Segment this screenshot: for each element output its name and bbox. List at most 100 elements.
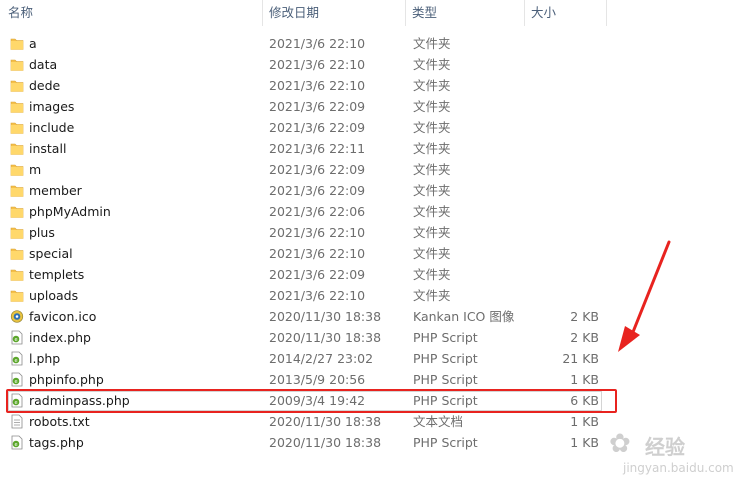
file-row[interactable]: install 2021/3/6 22:11 文件夹	[0, 138, 735, 159]
file-date: 2021/3/6 22:10	[269, 288, 366, 303]
file-row[interactable]: include 2021/3/6 22:09 文件夹	[0, 117, 735, 138]
file-size: 2 KB	[570, 309, 599, 324]
file-size: 1 KB	[570, 414, 599, 429]
file-name: templets	[29, 267, 85, 282]
column-header-name[interactable]: 名称	[2, 0, 262, 26]
column-header-type[interactable]: 类型	[406, 0, 524, 26]
svg-text:e: e	[14, 358, 17, 364]
file-row[interactable]: phpMyAdmin 2021/3/6 22:06 文件夹	[0, 201, 735, 222]
file-row[interactable]: plus 2021/3/6 22:10 文件夹	[0, 222, 735, 243]
file-type: Kankan ICO 图像	[413, 309, 515, 324]
file-size: 21 KB	[562, 351, 599, 366]
file-type: 文件夹	[413, 120, 451, 135]
file-type: 文件夹	[413, 141, 451, 156]
file-date: 2021/3/6 22:10	[269, 246, 366, 261]
watermark-url: jingyan.baidu.com	[623, 461, 734, 475]
file-date: 2021/3/6 22:10	[269, 78, 366, 93]
file-size: 2 KB	[570, 330, 599, 345]
file-name: data	[29, 57, 58, 72]
folder-icon	[10, 288, 24, 303]
folder-icon	[10, 36, 24, 51]
file-type: 文件夹	[413, 36, 451, 51]
watermark: ✿ 经验 jingyan.baidu.com	[609, 427, 734, 485]
file-row[interactable]: m 2021/3/6 22:09 文件夹	[0, 159, 735, 180]
folder-icon	[10, 57, 24, 72]
file-date: 2020/11/30 18:38	[269, 330, 382, 345]
file-name: member	[29, 183, 82, 198]
file-type: 文件夹	[413, 78, 451, 93]
php-file-icon: e	[10, 330, 24, 345]
column-header-bar: ^ 名称 修改日期 类型 大小	[0, 0, 735, 28]
file-name: l.php	[29, 351, 61, 366]
folder-icon	[10, 267, 24, 282]
folder-icon	[10, 204, 24, 219]
watermark-brand: 经验	[645, 435, 685, 459]
php-file-icon: e	[10, 372, 24, 387]
folder-icon	[10, 246, 24, 261]
file-name: a	[29, 36, 37, 51]
file-type: PHP Script	[413, 435, 478, 450]
file-date: 2021/3/6 22:06	[269, 204, 366, 219]
file-row[interactable]: a 2021/3/6 22:10 文件夹	[0, 33, 735, 54]
file-date: 2021/3/6 22:10	[269, 225, 366, 240]
file-type: 文件夹	[413, 225, 451, 240]
red-highlight-box	[6, 389, 617, 413]
file-date: 2021/3/6 22:09	[269, 99, 366, 114]
file-row[interactable]: member 2021/3/6 22:09 文件夹	[0, 180, 735, 201]
folder-icon	[10, 183, 24, 198]
file-type: 文件夹	[413, 288, 451, 303]
file-date: 2020/11/30 18:38	[269, 414, 382, 429]
folder-icon	[10, 78, 24, 93]
ico-file-icon	[10, 309, 24, 324]
file-row[interactable]: templets 2021/3/6 22:09 文件夹	[0, 264, 735, 285]
column-header-size[interactable]: 大小	[525, 0, 606, 26]
php-file-icon: e	[10, 351, 24, 366]
file-name: dede	[29, 78, 61, 93]
file-type: PHP Script	[413, 330, 478, 345]
file-type: 文件夹	[413, 204, 451, 219]
svg-text:e: e	[14, 337, 17, 343]
svg-text:e: e	[14, 379, 17, 385]
file-type: 文件夹	[413, 183, 451, 198]
file-type: 文本文档	[413, 414, 464, 429]
folder-icon	[10, 120, 24, 135]
file-row[interactable]: data 2021/3/6 22:10 文件夹	[0, 54, 735, 75]
file-name: install	[29, 141, 67, 156]
file-row[interactable]: special 2021/3/6 22:10 文件夹	[0, 243, 735, 264]
file-date: 2021/3/6 22:10	[269, 57, 366, 72]
file-name: phpinfo.php	[29, 372, 104, 387]
file-type: 文件夹	[413, 57, 451, 72]
file-row[interactable]: e index.php 2020/11/30 18:38 PHP Script 2 KB	[0, 327, 735, 348]
file-type: PHP Script	[413, 351, 478, 366]
file-row[interactable]: images 2021/3/6 22:09 文件夹	[0, 96, 735, 117]
svg-text:e: e	[14, 442, 17, 448]
file-row[interactable]: favicon.ico 2020/11/30 18:38 Kankan ICO 图像…	[0, 306, 735, 327]
baidu-paw-icon: ✿	[609, 429, 631, 459]
file-date: 2021/3/6 22:11	[269, 141, 366, 156]
file-row[interactable]: dede 2021/3/6 22:10 文件夹	[0, 75, 735, 96]
file-date: 2021/3/6 22:09	[269, 267, 366, 282]
file-row[interactable]: e l.php 2014/2/27 23:02 PHP Script 21 KB	[0, 348, 735, 369]
file-name: uploads	[29, 288, 79, 303]
file-date: 2021/3/6 22:09	[269, 120, 366, 135]
folder-icon	[10, 225, 24, 240]
file-row[interactable]: uploads 2021/3/6 22:10 文件夹	[0, 285, 735, 306]
column-header-date[interactable]: 修改日期	[263, 0, 405, 26]
folder-icon	[10, 162, 24, 177]
file-date: 2021/3/6 22:10	[269, 36, 366, 51]
file-type: PHP Script	[413, 372, 478, 387]
file-name: tags.php	[29, 435, 84, 450]
folder-icon	[10, 141, 24, 156]
file-name: images	[29, 99, 75, 114]
file-name: plus	[29, 225, 55, 240]
file-name: phpMyAdmin	[29, 204, 111, 219]
folder-icon	[10, 99, 24, 114]
file-type: 文件夹	[413, 99, 451, 114]
file-row[interactable]: e phpinfo.php 2013/5/9 20:56 PHP Script 1 KB	[0, 369, 735, 390]
column-divider[interactable]	[606, 0, 607, 26]
file-name: index.php	[29, 330, 91, 345]
file-date: 2014/2/27 23:02	[269, 351, 374, 366]
php-file-icon: e	[10, 435, 24, 450]
file-name: m	[29, 162, 42, 177]
file-date: 2020/11/30 18:38	[269, 309, 382, 324]
